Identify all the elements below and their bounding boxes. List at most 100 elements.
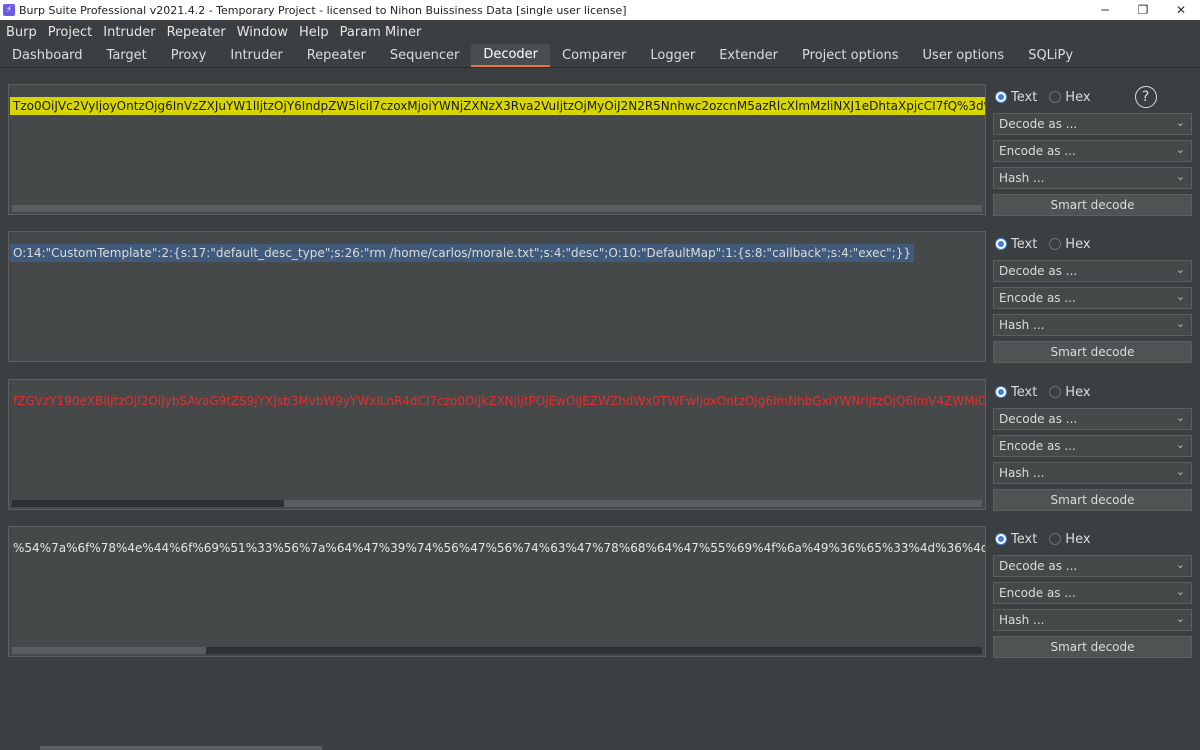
tab-bar: Dashboard Target Proxy Intruder Repeater…: [0, 44, 1200, 68]
text-radio-label: Text: [1011, 89, 1038, 105]
decode-as-label: Decode as ...: [999, 559, 1078, 573]
menu-help[interactable]: Help: [299, 25, 329, 40]
horizontal-scrollbar[interactable]: [12, 647, 982, 654]
hash-dropdown[interactable]: Hash ... ⌄: [993, 609, 1192, 631]
tab-project-options[interactable]: Project options: [790, 44, 911, 67]
help-icon[interactable]: ?: [1134, 86, 1157, 108]
encode-as-label: Encode as ...: [999, 144, 1076, 158]
decoder-controls-1: Text Hex ? Decode as ... ⌄ Encode as ... ⌄…: [993, 86, 1192, 216]
decoder-controls-3: Text Hex Decode as ... ⌄ Encode as ... ⌄ H…: [993, 381, 1192, 511]
window-title: Burp Suite Professional v2021.4.2 - Temp…: [19, 3, 627, 17]
hex-radio-label: Hex: [1065, 89, 1091, 105]
menu-param-miner[interactable]: Param Miner: [340, 25, 422, 40]
tab-extender[interactable]: Extender: [707, 44, 790, 67]
decoder-panel-4[interactable]: %54%7a%6f%78%4e%44%6f%69%51%33%56%7a%64%…: [8, 526, 986, 657]
encode-as-label: Encode as ...: [999, 439, 1076, 453]
smart-decode-button[interactable]: Smart decode: [993, 636, 1192, 658]
hash-label: Hash ...: [999, 171, 1045, 185]
minimize-icon[interactable]: ─: [1086, 0, 1124, 20]
text-radio-label: Text: [1011, 384, 1038, 400]
panel-text[interactable]: %54%7a%6f%78%4e%44%6f%69%51%33%56%7a%64%…: [10, 539, 985, 557]
encode-as-dropdown[interactable]: Encode as ... ⌄: [993, 287, 1192, 309]
hash-dropdown[interactable]: Hash ... ⌄: [993, 167, 1192, 189]
chevron-down-icon: ⌄: [1175, 438, 1185, 451]
menu-repeater[interactable]: Repeater: [167, 25, 226, 40]
hex-radio-label: Hex: [1065, 531, 1091, 547]
encode-as-dropdown[interactable]: Encode as ... ⌄: [993, 582, 1192, 604]
text-radio[interactable]: [995, 91, 1007, 103]
hash-label: Hash ...: [999, 318, 1045, 332]
decoder-panel-2[interactable]: O:14:"CustomTemplate":2:{s:17:"default_d…: [8, 231, 986, 362]
menu-window[interactable]: Window: [237, 25, 288, 40]
tab-comparer[interactable]: Comparer: [550, 44, 638, 67]
hex-radio[interactable]: [1049, 91, 1062, 103]
menu-project[interactable]: Project: [48, 25, 92, 40]
encode-as-dropdown[interactable]: Encode as ... ⌄: [993, 140, 1192, 162]
chevron-down-icon: ⌄: [1175, 558, 1185, 571]
chevron-down-icon: ⌄: [1175, 263, 1185, 276]
hex-radio-label: Hex: [1065, 384, 1091, 400]
panel-text[interactable]: fZGVzY190eXBlIjtzOjI2OiJybSAvaG9tZS9jYXJ…: [10, 392, 985, 410]
hex-radio-label: Hex: [1065, 236, 1091, 252]
hex-radio[interactable]: [1049, 238, 1062, 250]
chevron-down-icon: ⌄: [1175, 170, 1185, 183]
tab-user-options[interactable]: User options: [911, 44, 1017, 67]
tab-repeater[interactable]: Repeater: [295, 44, 378, 67]
menu-bar: Burp Project Intruder Repeater Window He…: [0, 20, 1200, 44]
hash-label: Hash ...: [999, 613, 1045, 627]
horizontal-scrollbar[interactable]: [12, 205, 982, 212]
chevron-down-icon: ⌄: [1175, 317, 1185, 330]
decoder-panel-1[interactable]: Tzo0OiJVc2VyIjoyOntzOjg6InVzZXJuYW1lIjtz…: [8, 84, 986, 215]
main-horizontal-scrollbar[interactable]: [40, 746, 322, 750]
hash-dropdown[interactable]: Hash ... ⌄: [993, 462, 1192, 484]
chevron-down-icon: ⌄: [1175, 116, 1185, 129]
tab-logger[interactable]: Logger: [638, 44, 707, 67]
decode-as-label: Decode as ...: [999, 264, 1078, 278]
encode-as-label: Encode as ...: [999, 291, 1076, 305]
decode-as-dropdown[interactable]: Decode as ... ⌄: [993, 113, 1192, 135]
chevron-down-icon: ⌄: [1175, 465, 1185, 478]
smart-decode-button[interactable]: Smart decode: [993, 194, 1192, 216]
decoder-controls-2: Text Hex Decode as ... ⌄ Encode as ... ⌄ H…: [993, 233, 1192, 363]
hex-radio[interactable]: [1049, 533, 1062, 545]
menu-burp[interactable]: Burp: [6, 25, 37, 40]
text-radio[interactable]: [995, 238, 1007, 250]
scrollbar-thumb[interactable]: [12, 647, 206, 654]
tab-sequencer[interactable]: Sequencer: [378, 44, 471, 67]
horizontal-scrollbar[interactable]: [12, 500, 982, 507]
hex-radio[interactable]: [1049, 386, 1062, 398]
smart-decode-button[interactable]: Smart decode: [993, 489, 1192, 511]
tab-decoder[interactable]: Decoder: [471, 44, 551, 67]
chevron-down-icon: ⌄: [1175, 290, 1185, 303]
decode-as-label: Decode as ...: [999, 412, 1078, 426]
chevron-down-icon: ⌄: [1175, 612, 1185, 625]
scrollbar-thumb[interactable]: [12, 205, 982, 212]
scrollbar-thumb[interactable]: [283, 500, 982, 507]
text-radio-label: Text: [1011, 531, 1038, 547]
decode-as-dropdown[interactable]: Decode as ... ⌄: [993, 260, 1192, 282]
hash-dropdown[interactable]: Hash ... ⌄: [993, 314, 1192, 336]
maximize-icon[interactable]: ❐: [1124, 0, 1162, 20]
decoder-content: Tzo0OiJVc2VyIjoyOntzOjg6InVzZXJuYW1lIjtz…: [0, 69, 1200, 750]
tab-sqlipy[interactable]: SQLiPy: [1016, 44, 1085, 67]
panel-text[interactable]: O:14:"CustomTemplate":2:{s:17:"default_d…: [10, 244, 914, 262]
panel-text[interactable]: Tzo0OiJVc2VyIjoyOntzOjg6InVzZXJuYW1lIjtz…: [10, 97, 985, 115]
decode-as-label: Decode as ...: [999, 117, 1078, 131]
decoder-controls-4: Text Hex Decode as ... ⌄ Encode as ... ⌄ H…: [993, 528, 1192, 658]
decode-as-dropdown[interactable]: Decode as ... ⌄: [993, 408, 1192, 430]
tab-target[interactable]: Target: [95, 44, 159, 67]
encode-as-dropdown[interactable]: Encode as ... ⌄: [993, 435, 1192, 457]
decode-as-dropdown[interactable]: Decode as ... ⌄: [993, 555, 1192, 577]
chevron-down-icon: ⌄: [1175, 143, 1185, 156]
text-radio[interactable]: [995, 386, 1007, 398]
smart-decode-button[interactable]: Smart decode: [993, 341, 1192, 363]
menu-intruder[interactable]: Intruder: [103, 25, 155, 40]
tab-proxy[interactable]: Proxy: [159, 44, 219, 67]
chevron-down-icon: ⌄: [1175, 411, 1185, 424]
burp-icon: ⚡: [3, 4, 15, 16]
tab-dashboard[interactable]: Dashboard: [0, 44, 95, 67]
tab-intruder[interactable]: Intruder: [218, 44, 294, 67]
close-icon[interactable]: ✕: [1162, 0, 1200, 20]
text-radio[interactable]: [995, 533, 1007, 545]
decoder-panel-3[interactable]: fZGVzY190eXBlIjtzOjI2OiJybSAvaG9tZS9jYXJ…: [8, 379, 986, 510]
